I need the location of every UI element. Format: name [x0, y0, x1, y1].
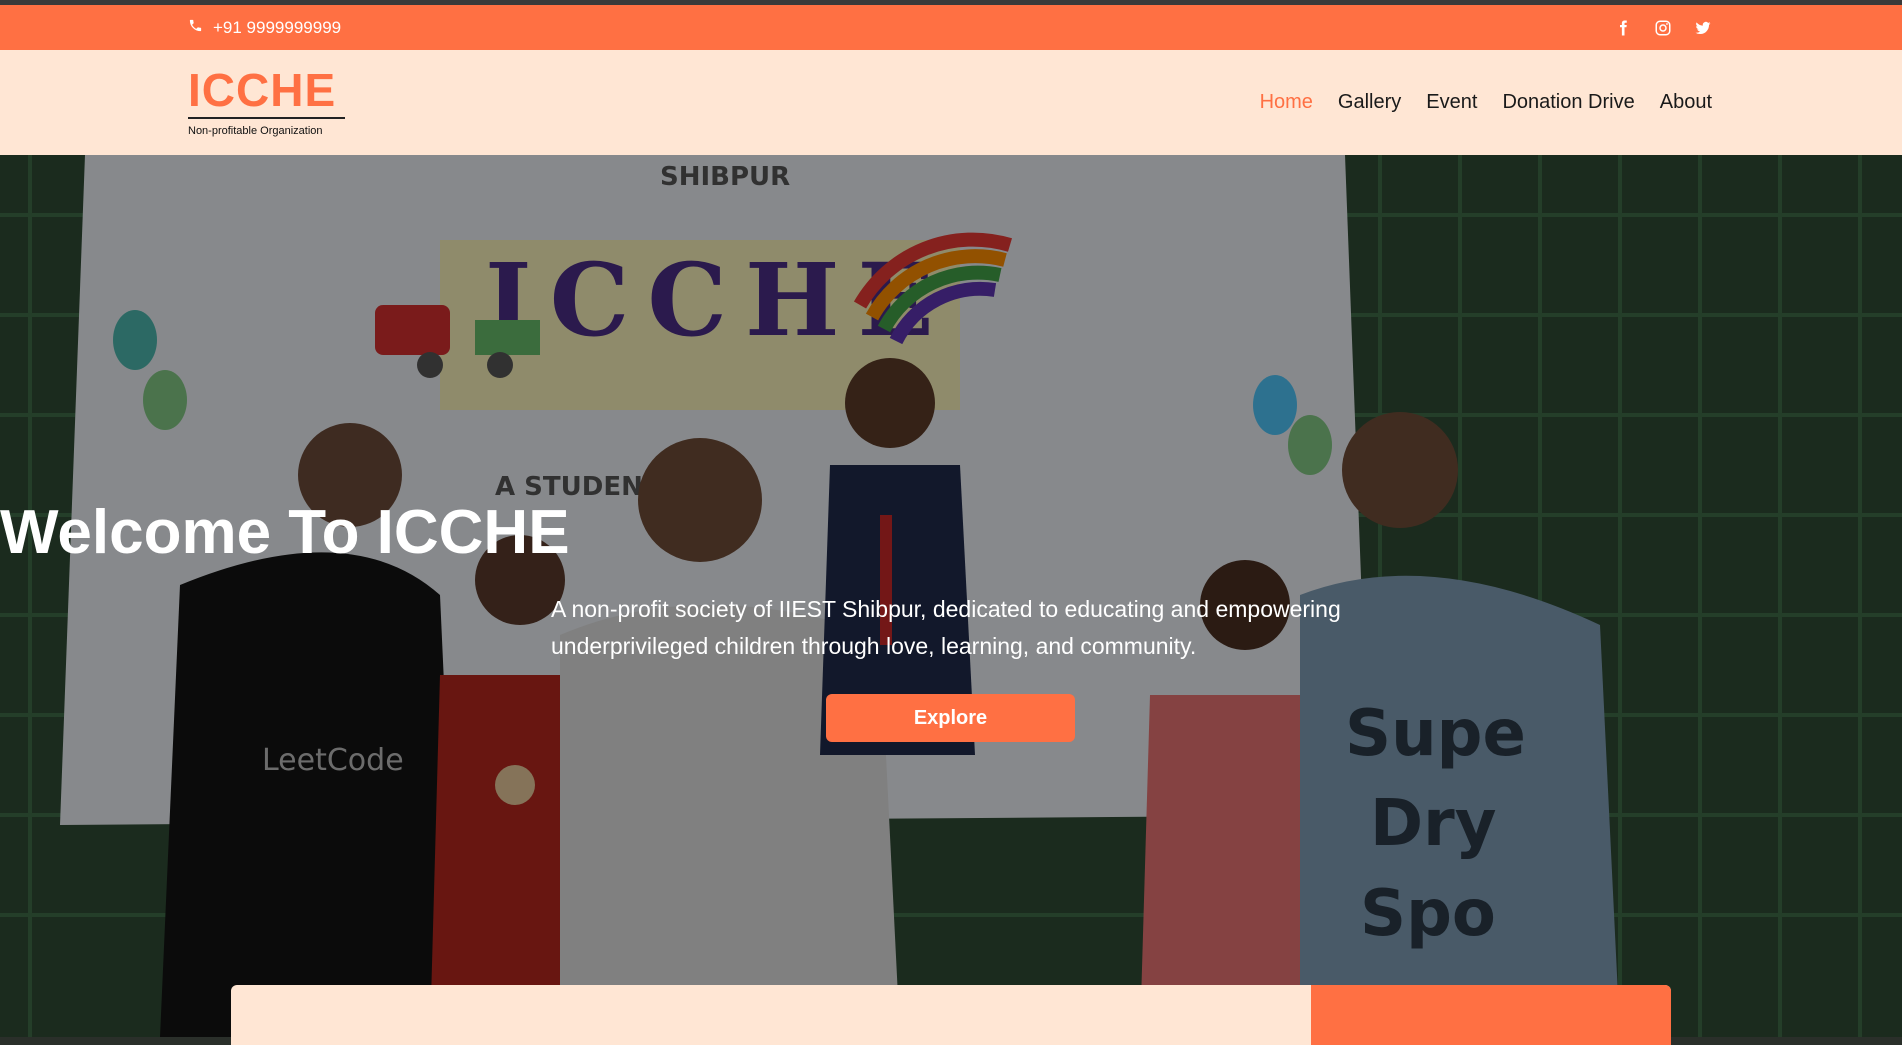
brand-underline: [188, 117, 345, 119]
phone-number: +91 9999999999: [213, 17, 342, 37]
nav-item-about[interactable]: About: [1660, 91, 1712, 114]
social-links: [1614, 5, 1712, 50]
phone-contact[interactable]: +91 9999999999: [188, 5, 341, 50]
bottom-card-accent: [1311, 985, 1671, 1045]
main-navbar: ICCHE Non-profitable Organization Home G…: [0, 50, 1902, 155]
brand-name: ICCHE: [188, 64, 337, 116]
nav-item-gallery[interactable]: Gallery: [1338, 91, 1401, 114]
hero-title: Welcome To ICCHE: [0, 498, 570, 567]
brand-tagline: Non-profitable Organization: [188, 125, 323, 137]
brand-logo[interactable]: ICCHE Non-profitable Organization: [188, 64, 345, 137]
hero-subtitle: A non-profit society of IIEST Shibpur, d…: [551, 596, 1341, 659]
phone-icon: [188, 18, 203, 38]
explore-button[interactable]: Explore: [826, 694, 1075, 742]
facebook-icon[interactable]: [1614, 19, 1632, 37]
nav-item-event[interactable]: Event: [1426, 91, 1477, 114]
nav-item-home[interactable]: Home: [1260, 91, 1313, 114]
top-contact-bar: +91 9999999999: [0, 5, 1902, 50]
nav-menu: Home Gallery Event Donation Drive About: [1260, 50, 1712, 155]
instagram-icon[interactable]: [1654, 19, 1672, 37]
bottom-info-card: [231, 985, 1671, 1045]
nav-item-donation-drive[interactable]: Donation Drive: [1502, 91, 1634, 114]
hero-section: SHIBPUR ICCHE A STUDENTS LeetCode Supe D…: [0, 155, 1902, 1037]
twitter-icon[interactable]: [1694, 19, 1712, 37]
